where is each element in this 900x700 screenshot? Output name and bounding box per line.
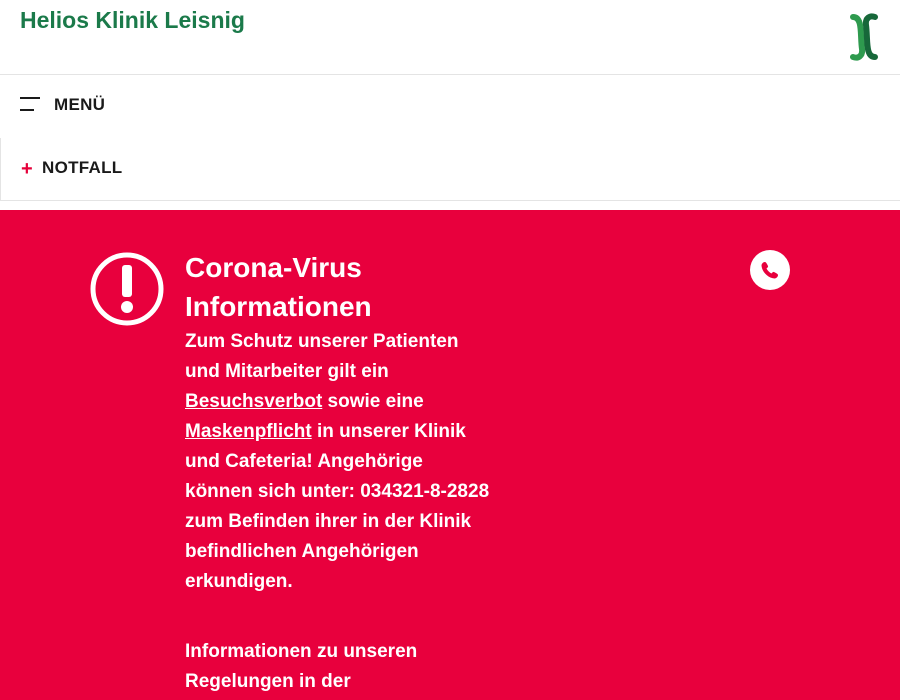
alert-text-part: in unserer Klinik und Cafeteria! Angehör… — [185, 421, 490, 592]
maskenpflicht-link[interactable]: Maskenpflicht — [185, 421, 312, 442]
alert-text-part: Zum Schutz unserer Patienten und Mitarbe… — [185, 331, 459, 382]
exclamation-circle-icon — [89, 250, 167, 328]
alert-body-text: Zum Schutz unserer Patienten und Mitarbe… — [185, 327, 495, 597]
hamburger-icon[interactable] — [20, 97, 40, 111]
corona-alert-banner: Corona-Virus Informationen Zum Schutz un… — [0, 210, 900, 700]
phone-button[interactable] — [750, 250, 790, 290]
site-header: Helios Klinik Leisnig — [0, 0, 900, 75]
alert-title: Corona-Virus Informationen — [185, 252, 372, 322]
alert-more-info: Informationen zu unseren Regelungen in d… — [185, 641, 418, 692]
phone-icon — [761, 262, 778, 279]
notfall-button[interactable]: NOTFALL — [42, 158, 122, 178]
helios-logo-icon[interactable] — [845, 13, 883, 61]
menu-bar: MENÜ — [0, 76, 900, 138]
besuchsverbot-link[interactable]: Besuchsverbot — [185, 391, 322, 412]
site-title-link[interactable]: Helios Klinik Leisnig — [20, 7, 245, 34]
alert-text-part: sowie eine — [322, 391, 424, 412]
menu-button[interactable]: MENÜ — [54, 95, 105, 115]
plus-icon: + — [21, 158, 33, 180]
notfall-bar: + NOTFALL — [0, 138, 900, 201]
